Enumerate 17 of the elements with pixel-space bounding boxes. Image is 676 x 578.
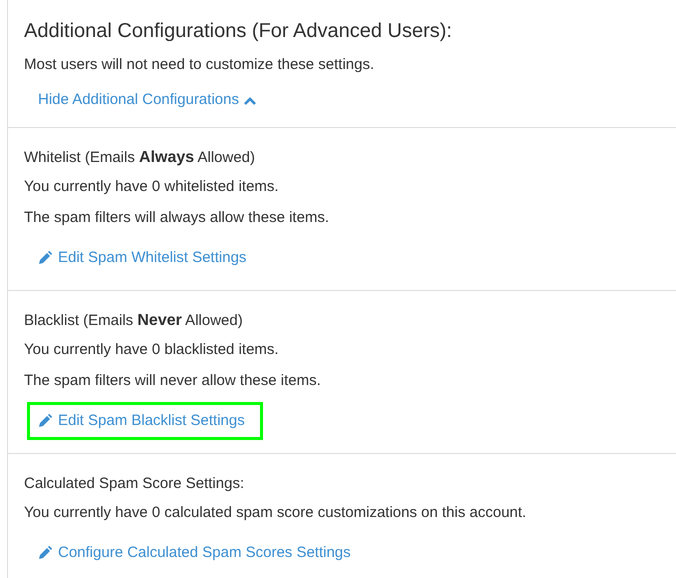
pencil-icon: [38, 414, 52, 428]
info-text: The spam filters will never allow these items.: [24, 371, 322, 391]
section-title: Calculated Spam Score Settings:: [24, 474, 246, 494]
edit-link[interactable]: Edit Spam Whitelist Settings: [27, 239, 264, 277]
info-text: You currently have 0 whitelisted items.: [24, 177, 280, 197]
section-heading: Additional Configurations (For Advanced Users):: [24, 19, 453, 44]
pencil-icon: [38, 251, 52, 265]
info-text: You currently have 0 calculated spam score customizations on this account.: [24, 503, 528, 523]
toggle-link[interactable]: Hide Additional Configurations: [38, 90, 256, 110]
pencil-icon: [38, 546, 52, 560]
section-title: Blacklist (Emails Never Allowed): [24, 311, 244, 331]
info-text: The spam filters will always allow these items.: [24, 208, 330, 228]
info-text: You currently have 0 blacklisted items.: [24, 340, 280, 360]
section-title: Whitelist (Emails Always Allowed): [24, 148, 256, 168]
description-text: Most users will not need to customize these settings.: [24, 55, 376, 75]
edit-link[interactable]: Configure Calculated Spam Scores Settings: [27, 534, 369, 572]
edit-link[interactable]: Edit Spam Blacklist Settings: [27, 402, 263, 440]
